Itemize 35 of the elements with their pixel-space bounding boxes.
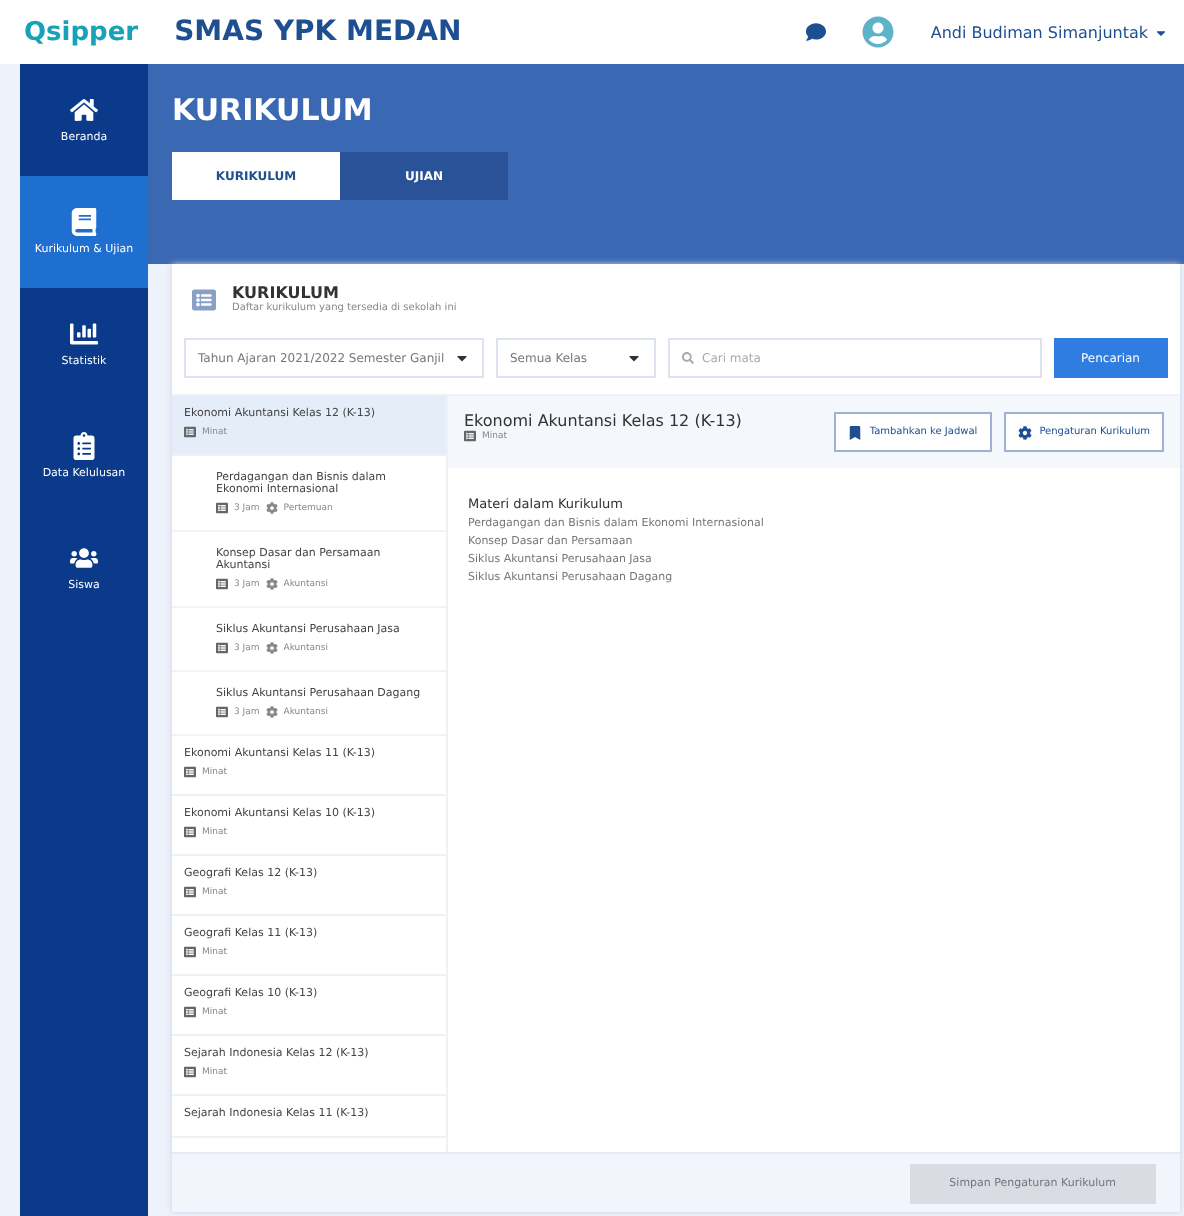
search-icon	[682, 352, 694, 364]
settings-icon	[265, 578, 278, 590]
document-icon	[184, 1006, 196, 1018]
document-icon	[184, 886, 196, 898]
school-name: SMAS YPK MEDAN	[174, 16, 464, 48]
user-menu[interactable]: Andi Budiman Simanjuntak	[930, 23, 1168, 41]
home-icon	[70, 95, 98, 124]
caret-icon	[626, 350, 642, 366]
settings-icon	[1017, 425, 1032, 439]
card-title: KURIKULUM	[232, 284, 342, 302]
caret-icon	[1154, 25, 1168, 39]
settings-icon	[265, 706, 278, 718]
document-icon	[184, 1066, 196, 1078]
document-icon	[216, 706, 228, 718]
settings-icon	[265, 642, 278, 654]
list-icon	[192, 287, 216, 311]
page-title: KURIKULUM	[172, 92, 375, 128]
document-icon	[216, 642, 228, 654]
document-icon	[184, 766, 196, 778]
book-icon	[70, 207, 98, 236]
document-icon	[184, 426, 196, 438]
people-icon	[70, 543, 98, 572]
bar-chart-icon	[70, 319, 98, 348]
document-icon	[464, 430, 476, 442]
detail-title: Ekonomi Akuntansi Kelas 12 (K-13)	[464, 412, 744, 430]
chat-icon[interactable]	[806, 22, 827, 42]
document-icon	[184, 946, 196, 958]
document-icon	[184, 826, 196, 838]
document-icon	[216, 502, 228, 514]
caret-icon	[454, 350, 470, 366]
settings-icon	[265, 502, 278, 514]
bookmark-icon	[847, 425, 862, 439]
clipboard-icon	[70, 431, 98, 460]
document-icon	[216, 578, 228, 590]
logo: Qsipper	[24, 17, 139, 47]
